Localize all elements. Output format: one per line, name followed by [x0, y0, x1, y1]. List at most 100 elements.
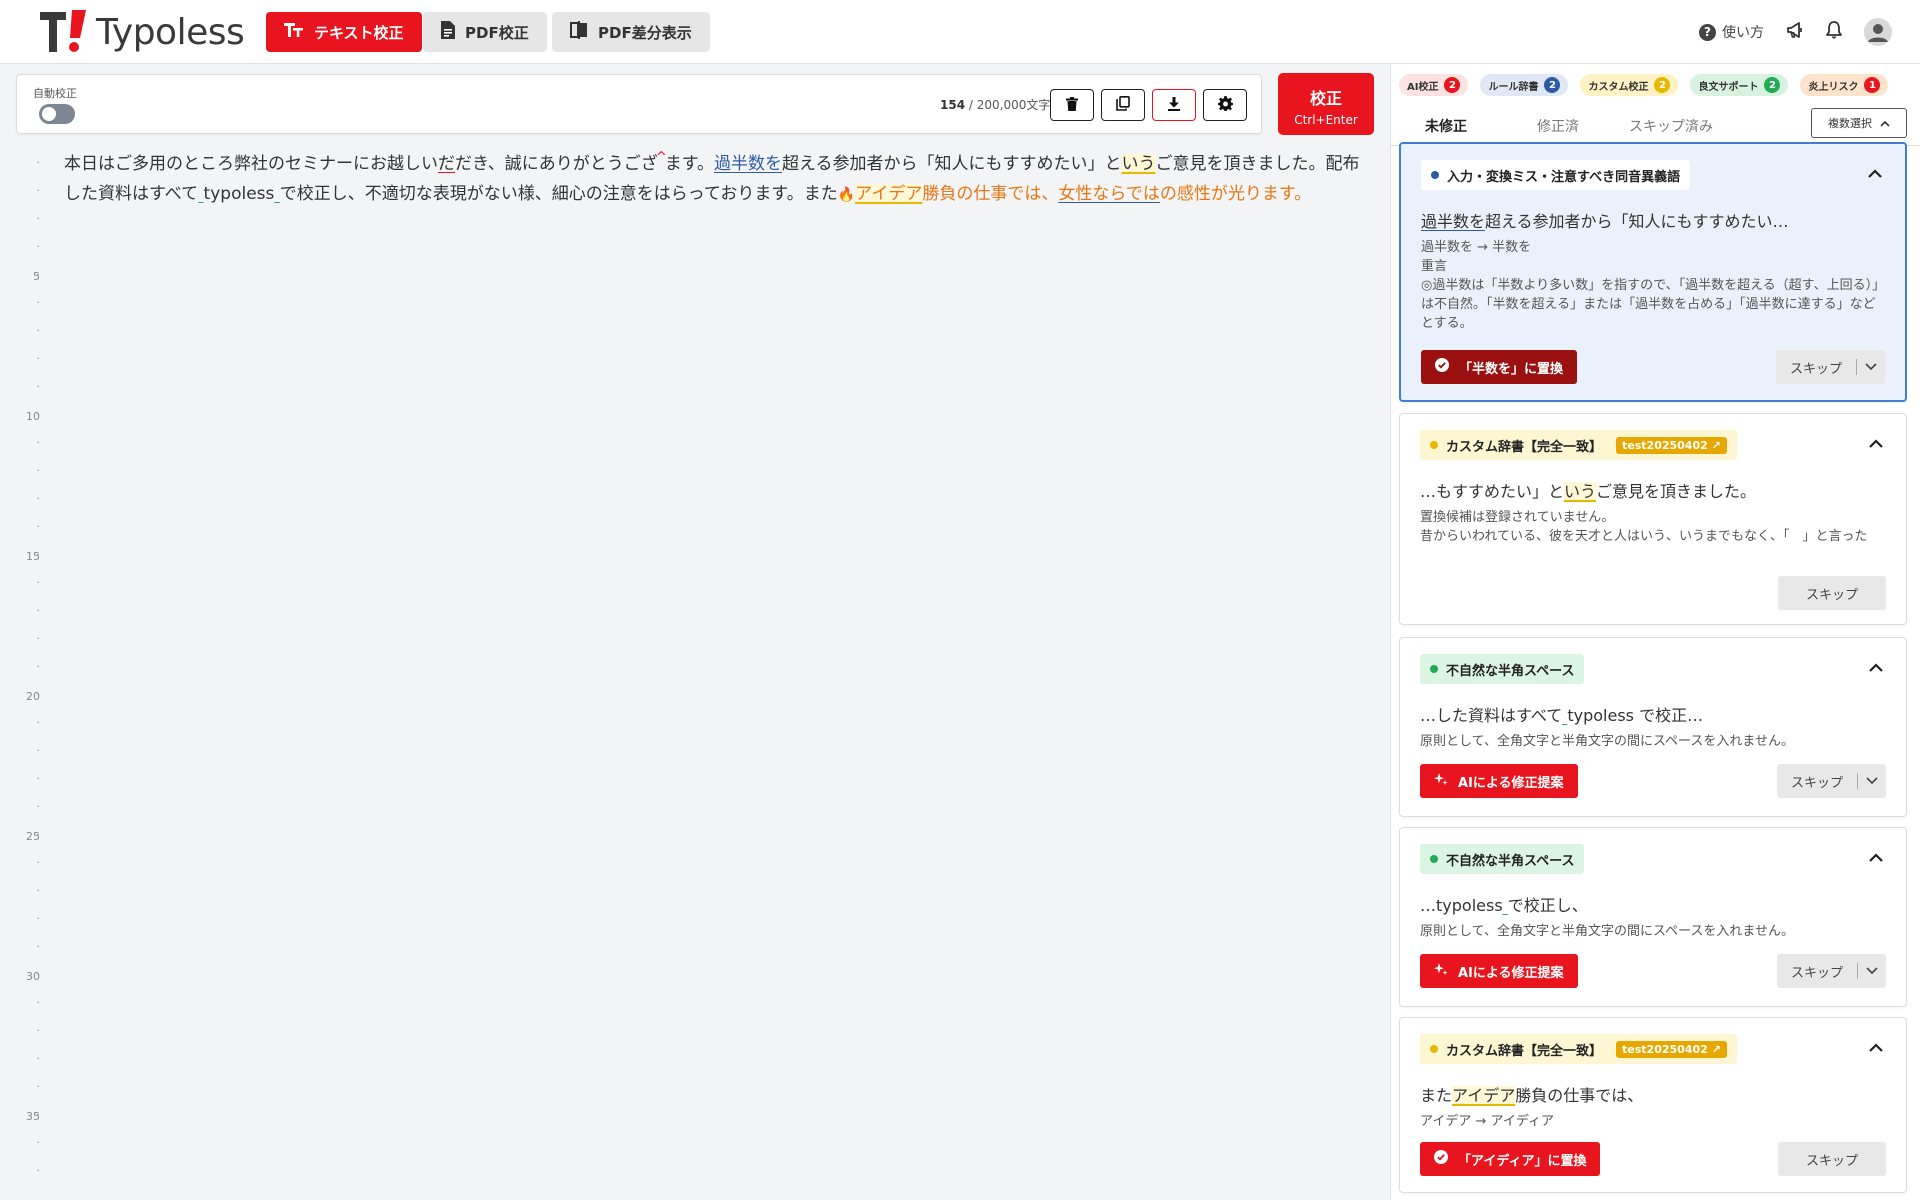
proofread-submit-button[interactable]: 校正 Ctrl+Enter [1278, 73, 1374, 135]
rule-highlight[interactable]: 女性ならでは [1058, 184, 1160, 204]
risk-text[interactable]: 勝負の仕事では、 [922, 184, 1058, 204]
user-avatar-icon[interactable] [1864, 18, 1892, 46]
issue-card[interactable]: 不自然な半角スペース …した資料はすべて typoless で校正… 原則として… [1399, 637, 1907, 817]
collapse-chevron-icon[interactable] [1866, 848, 1886, 868]
chip-count: 2 [1544, 77, 1561, 93]
editor-text: typoless [203, 184, 275, 204]
tab-skipped[interactable]: スキップ済み [1629, 116, 1713, 144]
filter-chip-risk[interactable]: 炎上リスク 1 [1800, 74, 1889, 96]
proofread-shortcut: Ctrl+Enter [1294, 113, 1358, 127]
suggestion-line: 過半数を → 半数を [1421, 240, 1532, 255]
line-dot: · [36, 464, 41, 477]
chip-label: 炎上リスク [1808, 81, 1859, 93]
text-editor[interactable]: 本日はご多用のところ弊社のセミナーにお越しいだだき、誠にありがとうござ^ます。過… [64, 150, 1364, 209]
download-button[interactable] [1152, 89, 1196, 121]
clear-text-button[interactable] [1050, 89, 1094, 121]
suggestion-line: 置換候補は登録されていません。 [1420, 510, 1615, 525]
editor-text: で校正し、不適切な表現がない様、細心の注意をはらっております。また [279, 184, 838, 204]
skip-button[interactable]: スキップ [1776, 764, 1886, 798]
auto-proofread-label: 自動校正 [33, 87, 77, 100]
chevron-down-icon[interactable] [1858, 967, 1886, 975]
replace-button[interactable]: 「半数を」に置換 [1421, 350, 1578, 384]
collapse-chevron-icon[interactable] [1866, 434, 1886, 454]
multi-select-label: 複数選択 [1828, 117, 1872, 130]
auto-proofread-toggle[interactable] [39, 104, 75, 124]
chevron-down-icon[interactable] [1858, 777, 1886, 785]
category-label: 不自然な半角スペース [1446, 663, 1575, 679]
filter-chip-ai[interactable]: AI校正 2 [1399, 74, 1469, 96]
reason-line: 重言 [1421, 259, 1448, 274]
text-proofread-button[interactable]: テキスト校正 [266, 12, 422, 52]
typoless-logo[interactable]: Typoless [38, 8, 245, 56]
category-dot [1430, 1045, 1438, 1053]
editor-text: だき、誠にありがとうござ [455, 154, 658, 174]
external-link-icon: ↗ [1711, 1042, 1721, 1056]
line-dot: · [36, 856, 41, 869]
insertion-mark[interactable]: ^ [656, 150, 667, 165]
pdf-proofread-button[interactable]: PDF校正 [423, 12, 547, 52]
issue-card[interactable]: 不自然な半角スペース …typoless で校正し、 原則として、全角文字と半角… [1399, 827, 1907, 1007]
line-dot: · [36, 1080, 41, 1093]
dictionary-tag-label: test20250402 [1622, 1042, 1708, 1056]
risk-text[interactable]: の感性が光ります。 [1160, 184, 1311, 204]
ai-suggest-button[interactable]: AIによる修正提案 [1420, 954, 1578, 988]
issue-card[interactable]: カスタム辞書【完全一致】 test20250402 ↗ またアイデア勝負の仕事で… [1399, 1017, 1907, 1193]
line-dot: · [36, 996, 41, 1009]
filter-chip-rule[interactable]: ルール辞書 2 [1480, 74, 1569, 96]
custom-highlight[interactable]: アイデア [855, 184, 923, 204]
sparkle-icon [1434, 772, 1448, 790]
skip-button[interactable]: スキップ [1775, 350, 1885, 384]
chip-label: 良文サポート [1698, 81, 1759, 93]
line-dot: · [36, 912, 41, 925]
ai-suggest-button[interactable]: AIによる修正提案 [1420, 764, 1578, 798]
skip-label: スキップ [1805, 587, 1858, 603]
rule-highlight[interactable]: 過半数を [714, 154, 782, 174]
settings-button[interactable] [1203, 89, 1247, 121]
line-dot: · [36, 1024, 41, 1037]
collapse-chevron-icon[interactable] [1865, 164, 1885, 184]
pdf-diff-button[interactable]: PDF差分表示 [552, 12, 710, 52]
editor-text: 本日はご多用のところ弊社のセミナーにお越しい [64, 154, 438, 174]
line-dot: · [36, 1108, 41, 1121]
line-dot: · [36, 1136, 41, 1149]
line-dot: · [36, 268, 41, 281]
collapse-chevron-icon[interactable] [1866, 658, 1886, 678]
error-highlight[interactable]: だ [438, 154, 455, 174]
category-label: 不自然な半角スペース [1446, 853, 1575, 869]
skip-button[interactable]: スキップ [1777, 1142, 1886, 1176]
skip-button[interactable]: スキップ [1776, 954, 1886, 988]
tab-fixed[interactable]: 修正済 [1537, 116, 1579, 144]
logo-text: Typoless [96, 11, 245, 53]
ai-suggest-label: AIによる修正提案 [1458, 775, 1564, 791]
multi-select-button[interactable]: 複数選択 [1811, 108, 1907, 138]
snippet-mark: アイデア [1452, 1086, 1516, 1105]
skip-label: スキップ [1790, 775, 1843, 791]
issue-category: カスタム辞書【完全一致】 test20250402 ↗ [1420, 430, 1737, 460]
chevron-down-icon[interactable] [1857, 363, 1885, 371]
dictionary-tag[interactable]: test20250402 ↗ [1616, 1040, 1727, 1058]
megaphone-icon[interactable] [1786, 21, 1804, 43]
explanation-line: ◎過半数は「半数より多い数」を指すので、「過半数を超える（超す、上回る）」は不自… [1421, 278, 1886, 331]
issue-card[interactable]: カスタム辞書【完全一致】 test20250402 ↗ …もすすめたい」というご… [1399, 413, 1907, 625]
skip-button[interactable]: スキップ [1777, 576, 1886, 610]
issue-card[interactable]: 入力・変換ミス・注意すべき同音異義語 過半数を超える参加者から「知人にもすすめた… [1399, 142, 1907, 402]
issue-description: アイデア → アイディア [1420, 1112, 1888, 1131]
issue-snippet: …した資料はすべて typoless で校正… [1420, 702, 1703, 726]
custom-highlight[interactable]: いう [1121, 154, 1156, 174]
logo-mark-icon [38, 8, 92, 56]
bell-icon[interactable] [1826, 21, 1842, 43]
line-dot: · [36, 688, 41, 701]
filter-chip-custom[interactable]: カスタム校正 2 [1580, 74, 1679, 96]
dictionary-tag[interactable]: test20250402 ↗ [1616, 436, 1727, 454]
line-dot: · [36, 744, 41, 757]
chip-label: ルール辞書 [1488, 81, 1539, 93]
help-link[interactable]: ? 使い方 [1699, 22, 1764, 42]
snippet-text: 超える参加者から「知人にもすすめたい… [1485, 212, 1789, 231]
pdf-proofread-label: PDF校正 [465, 23, 529, 42]
replace-button[interactable]: 「アイディア」に置換 [1420, 1142, 1601, 1176]
category-dot [1430, 665, 1438, 673]
filter-chip-support[interactable]: 良文サポート 2 [1690, 74, 1789, 96]
collapse-chevron-icon[interactable] [1866, 1038, 1886, 1058]
copy-text-button[interactable] [1101, 89, 1145, 121]
sparkle-icon [1434, 962, 1448, 980]
